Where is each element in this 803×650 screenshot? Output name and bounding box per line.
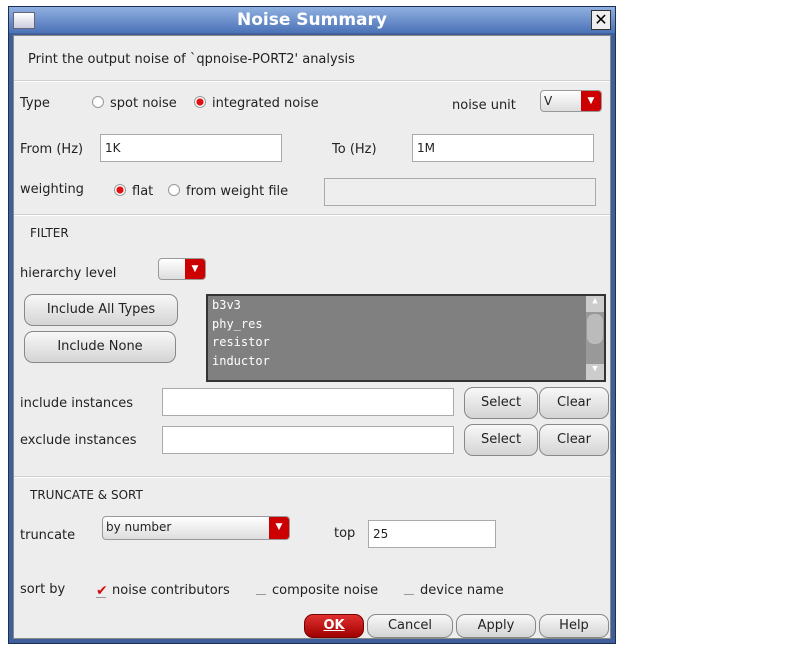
window-menu-icon[interactable] [13, 12, 35, 29]
radio-weight-file[interactable]: from weight file [168, 184, 288, 199]
include-all-types-button[interactable]: Include All Types [24, 294, 178, 326]
apply-button[interactable]: Apply [456, 614, 536, 638]
list-item[interactable]: resistor [208, 333, 604, 352]
checkbox-label: noise contributors [112, 583, 230, 598]
chevron-down-icon: ▼ [269, 517, 289, 539]
include-clear-button[interactable]: Clear [539, 387, 609, 419]
radio-label: spot noise [110, 96, 177, 111]
noise-unit-select[interactable]: V ▼ [540, 90, 602, 112]
hierarchy-level-select[interactable]: ▼ [158, 258, 206, 280]
checkbox-composite-noise[interactable]: composite noise [256, 583, 378, 598]
truncate-select[interactable]: by number ▼ [102, 516, 290, 540]
checkbox-label: composite noise [272, 583, 379, 598]
exclude-clear-button[interactable]: Clear [539, 424, 609, 456]
from-label: From (Hz) [20, 142, 84, 157]
top-label: top [334, 526, 356, 541]
divider [14, 476, 610, 478]
scroll-down-icon[interactable]: ▼ [586, 364, 604, 380]
radio-label: integrated noise [212, 96, 319, 111]
checkbox-noise-contributors[interactable]: ✔ noise contributors [96, 583, 230, 598]
scrollbar[interactable]: ▲ ▼ [586, 296, 604, 380]
sort-by-label: sort by [20, 582, 66, 597]
ok-button[interactable]: OK [304, 614, 364, 638]
list-item[interactable]: inductor [208, 352, 604, 371]
top-input[interactable]: 25 [368, 520, 496, 548]
weight-file-input[interactable] [324, 178, 596, 206]
scroll-thumb[interactable] [587, 314, 603, 344]
noise-unit-value: V [544, 94, 553, 108]
radio-integrated-noise[interactable]: integrated noise [194, 96, 319, 111]
radio-label: flat [132, 184, 154, 199]
noise-summary-dialog: Noise Summary ✕ Print the output noise o… [8, 6, 616, 644]
include-select-button[interactable]: Select [464, 387, 538, 419]
noise-unit-label: noise unit [452, 98, 516, 113]
to-label: To (Hz) [332, 142, 377, 157]
checkbox-device-name[interactable]: device name [404, 583, 504, 598]
exclude-instances-input[interactable] [162, 426, 454, 454]
description-text: Print the output noise of `qpnoise-PORT2… [28, 52, 355, 67]
type-label: Type [20, 96, 50, 111]
radio-label: from weight file [186, 184, 289, 199]
radio-flat[interactable]: flat [114, 184, 153, 199]
truncate-sort-heading: TRUNCATE & SORT [30, 488, 143, 502]
exclude-select-button[interactable]: Select [464, 424, 538, 456]
weighting-label: weighting [20, 182, 84, 197]
exclude-instances-label: exclude instances [20, 433, 137, 448]
to-input[interactable]: 1M [412, 134, 594, 162]
truncate-value: by number [106, 520, 172, 534]
title-bar[interactable]: Noise Summary ✕ [9, 7, 615, 33]
list-item[interactable]: phy_res [208, 315, 604, 334]
dialog-body: Print the output noise of `qpnoise-PORT2… [13, 35, 611, 639]
help-button[interactable]: Help [539, 614, 609, 638]
close-icon[interactable]: ✕ [591, 10, 611, 30]
filter-heading: FILTER [30, 226, 69, 240]
divider [14, 80, 610, 82]
hierarchy-level-label: hierarchy level [20, 266, 117, 281]
chevron-down-icon: ▼ [185, 259, 205, 279]
checkbox-label: device name [420, 583, 504, 598]
from-input[interactable]: 1K [100, 134, 282, 162]
truncate-label: truncate [20, 528, 76, 543]
divider [14, 214, 610, 216]
include-instances-input[interactable] [162, 388, 454, 416]
include-none-button[interactable]: Include None [24, 331, 176, 363]
chevron-down-icon: ▼ [581, 91, 601, 111]
device-type-list[interactable]: b3v3 phy_res resistor inductor ▲ ▼ [206, 294, 606, 382]
include-instances-label: include instances [20, 396, 134, 411]
scroll-up-icon[interactable]: ▲ [586, 296, 604, 312]
dialog-title: Noise Summary [236, 10, 387, 30]
radio-spot-noise[interactable]: spot noise [92, 96, 177, 111]
cancel-button[interactable]: Cancel [367, 614, 453, 638]
list-item[interactable]: b3v3 [208, 296, 604, 315]
